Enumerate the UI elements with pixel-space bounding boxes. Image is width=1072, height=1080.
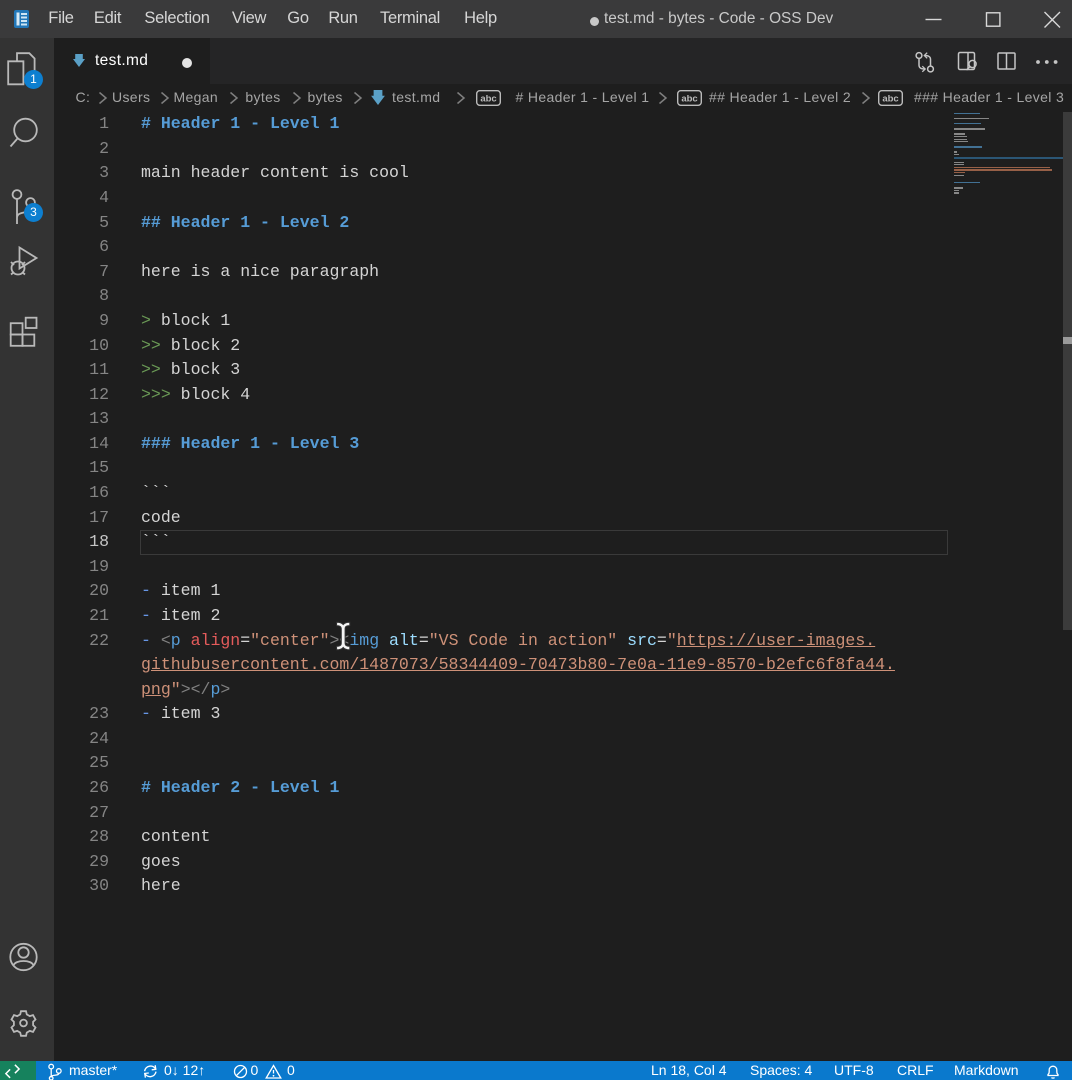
svg-text:abc: abc: [480, 94, 496, 105]
svg-text:abc: abc: [882, 94, 898, 105]
svg-text:abc: abc: [681, 94, 697, 105]
